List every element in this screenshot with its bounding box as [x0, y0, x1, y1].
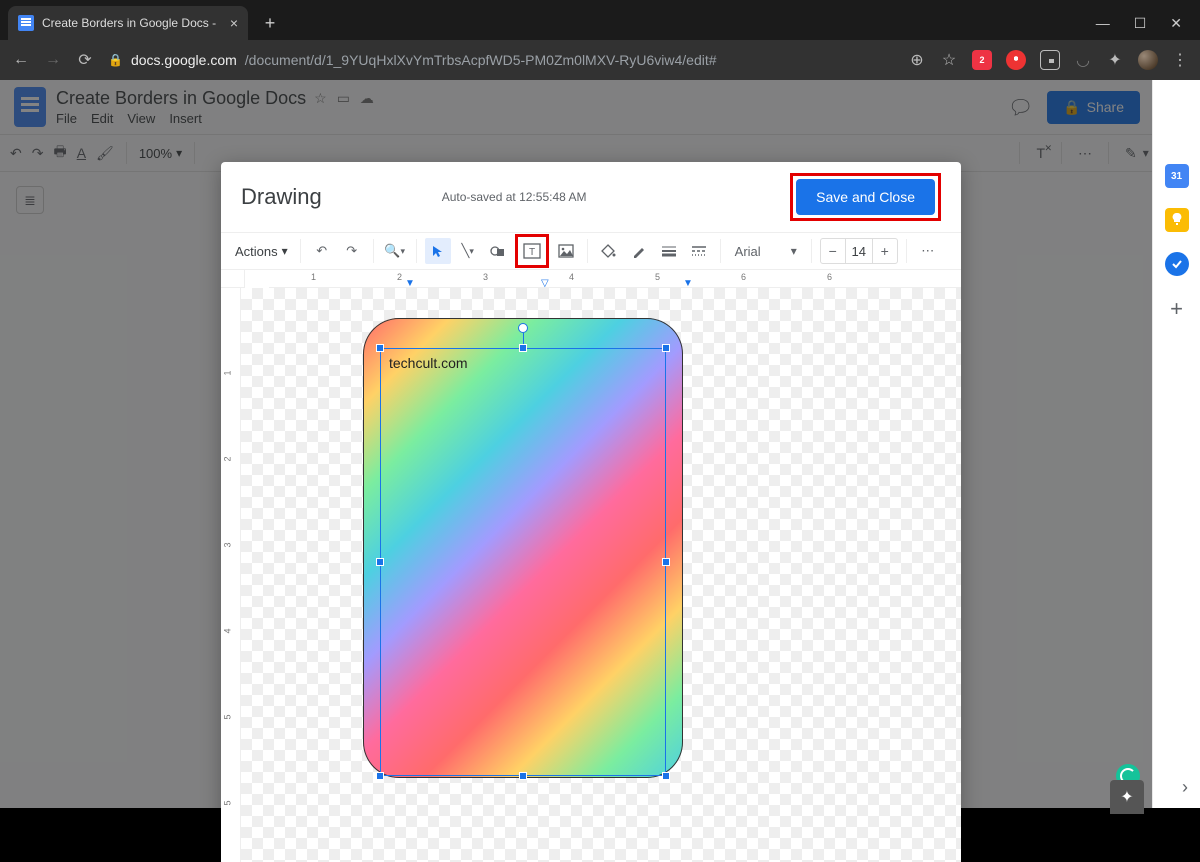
decrease-font-icon[interactable]: −: [821, 243, 845, 259]
zoom-icon[interactable]: ⊕: [908, 50, 926, 70]
lock-icon: 🔒: [108, 53, 123, 67]
textbox-tool-icon[interactable]: T: [519, 238, 545, 264]
image-tool-icon[interactable]: [553, 238, 579, 264]
resize-handle-bm[interactable]: [519, 772, 527, 780]
drawing-dialog: Drawing Auto-saved at 12:55:48 AM Save a…: [221, 162, 961, 862]
window-controls: — ☐ ✕: [1096, 15, 1200, 40]
selected-textbox[interactable]: techcult.com: [380, 348, 666, 776]
explore-button[interactable]: ✦: [1110, 780, 1144, 814]
browser-tab[interactable]: Create Borders in Google Docs - ×: [8, 6, 248, 40]
add-addon-icon[interactable]: +: [1170, 296, 1183, 322]
extensions-puzzle-icon[interactable]: ✦: [1106, 50, 1124, 70]
extension-todoist-icon[interactable]: 2: [972, 50, 992, 70]
reload-icon[interactable]: ⟳: [76, 50, 94, 70]
autosave-status: Auto-saved at 12:55:48 AM: [442, 190, 587, 204]
tab-title: Create Borders in Google Docs -: [42, 16, 216, 30]
back-icon[interactable]: ←: [12, 51, 30, 69]
resize-handle-br[interactable]: [662, 772, 670, 780]
resize-handle-tm[interactable]: [519, 344, 527, 352]
font-size-value[interactable]: 14: [845, 239, 873, 263]
resize-handle-tr[interactable]: [662, 344, 670, 352]
drawing-header: Drawing Auto-saved at 12:55:48 AM Save a…: [221, 162, 961, 232]
collapse-sidepanel-icon[interactable]: ›: [1182, 777, 1188, 798]
forward-icon[interactable]: →: [44, 51, 62, 69]
select-tool-icon[interactable]: [425, 238, 451, 264]
close-window-icon[interactable]: ✕: [1170, 15, 1182, 32]
new-tab-button[interactable]: +: [256, 9, 284, 37]
resize-handle-tl[interactable]: [376, 344, 384, 352]
svg-text:T: T: [529, 247, 535, 258]
textbox-content[interactable]: techcult.com: [389, 355, 468, 371]
profile-avatar[interactable]: [1138, 50, 1158, 70]
more-options-icon[interactable]: ⋯: [915, 238, 941, 264]
close-tab-icon[interactable]: ×: [230, 15, 238, 31]
url-host: docs.google.com: [131, 52, 237, 68]
resize-handle-bl[interactable]: [376, 772, 384, 780]
keep-icon[interactable]: [1165, 208, 1189, 232]
browser-titlebar: Create Borders in Google Docs - × + — ☐ …: [0, 0, 1200, 40]
border-color-icon[interactable]: [626, 238, 652, 264]
shape-tool-dropdown[interactable]: [485, 238, 511, 264]
minimize-icon[interactable]: —: [1096, 15, 1110, 32]
docs-favicon: [18, 15, 34, 31]
extension-adblock-icon[interactable]: [1006, 50, 1026, 70]
tasks-icon[interactable]: [1165, 252, 1189, 276]
drawing-title: Drawing: [241, 184, 322, 210]
maximize-icon[interactable]: ☐: [1134, 15, 1147, 32]
ruler-vertical[interactable]: 1 2 3 4 5 5: [221, 288, 241, 862]
zoom-dropdown[interactable]: 🔍▾: [382, 238, 408, 264]
chrome-menu-icon[interactable]: ⋮: [1172, 50, 1188, 70]
ruler-horizontal[interactable]: ▼ ▽ ▼ 1 2 3 4 5 6 6: [269, 270, 961, 288]
bookmark-icon[interactable]: ☆: [940, 50, 958, 70]
drawing-canvas[interactable]: techcult.com: [241, 288, 961, 862]
font-family-dropdown[interactable]: Arial▾: [729, 244, 803, 259]
drawing-toolbar: Actions▾ ↶ ↷ 🔍▾ ╲▾ T: [221, 232, 961, 270]
highlight-textbox-tool: T: [515, 234, 549, 268]
highlight-save-close: Save and Close: [790, 173, 941, 221]
undo-icon[interactable]: ↶: [309, 238, 335, 264]
line-tool-dropdown[interactable]: ╲▾: [455, 238, 481, 264]
extension-unknown-icon[interactable]: ◡: [1074, 50, 1092, 70]
resize-handle-mr[interactable]: [662, 558, 670, 566]
save-and-close-button[interactable]: Save and Close: [796, 179, 935, 215]
border-dash-icon[interactable]: [686, 238, 712, 264]
rotate-handle[interactable]: [518, 323, 528, 333]
url-path: /document/d/1_9YUqHxlXvYmTrbsAcpfWD5-PM0…: [245, 52, 717, 68]
border-weight-icon[interactable]: [656, 238, 682, 264]
browser-address-bar: ← → ⟳ 🔒 docs.google.com/document/d/1_9YU…: [0, 40, 1200, 80]
side-panel: 31 + ›: [1152, 80, 1200, 808]
docs-app: Create Borders in Google Docs ☆ ▭ ☁ File…: [0, 80, 1200, 808]
increase-font-icon[interactable]: +: [873, 243, 897, 259]
actions-dropdown[interactable]: Actions▾: [231, 244, 292, 259]
extension-pip-icon[interactable]: [1040, 50, 1060, 70]
fill-color-icon[interactable]: [596, 238, 622, 264]
font-size-stepper: − 14 +: [820, 238, 898, 264]
resize-handle-ml[interactable]: [376, 558, 384, 566]
calendar-icon[interactable]: 31: [1165, 164, 1189, 188]
url-field[interactable]: 🔒 docs.google.com/document/d/1_9YUqHxlXv…: [108, 52, 717, 68]
redo-icon[interactable]: ↷: [339, 238, 365, 264]
